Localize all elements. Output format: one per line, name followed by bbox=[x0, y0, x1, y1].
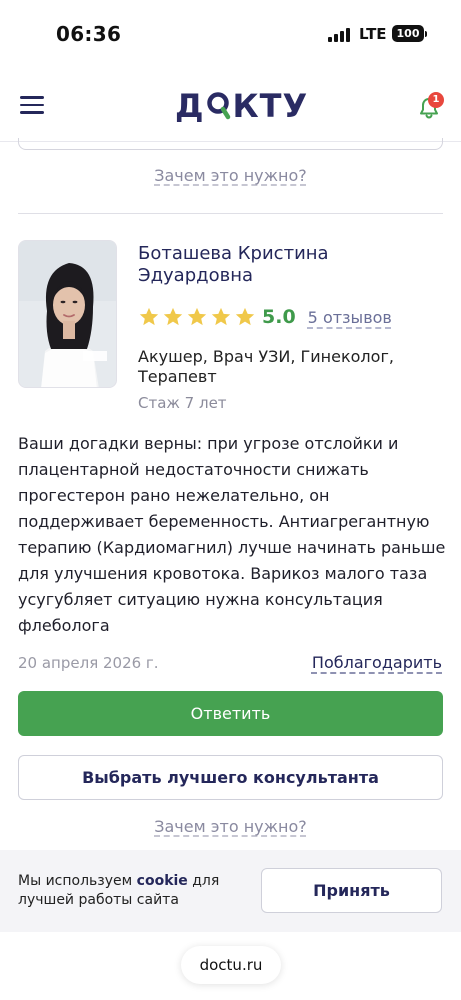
logo-suffix: КТУ bbox=[232, 87, 309, 125]
status-time: 06:36 bbox=[56, 22, 122, 46]
previous-card-edge bbox=[18, 138, 443, 150]
doctor-avatar[interactable] bbox=[18, 240, 117, 388]
choose-best-button[interactable]: Выбрать лучшего консультанта bbox=[18, 755, 443, 800]
logo-magnifier-icon bbox=[206, 86, 232, 126]
logo[interactable]: Д КТУ bbox=[175, 86, 308, 126]
rating-value: 5.0 bbox=[262, 306, 296, 328]
signal-icon bbox=[328, 28, 350, 42]
menu-icon[interactable] bbox=[20, 96, 44, 114]
site-header: Д КТУ 1 bbox=[0, 68, 461, 142]
notification-badge: 1 bbox=[428, 92, 444, 108]
page: 06:36 LTE 100 Д КТУ 1 Зачем это нужно? Б… bbox=[0, 0, 461, 1000]
why-link-top[interactable]: Зачем это нужно? bbox=[0, 166, 461, 185]
answer-text: Ваши догадки верны: при угрозе отслойки … bbox=[18, 434, 446, 635]
cookie-accept-button[interactable]: Принять bbox=[261, 868, 442, 913]
status-bar: 06:36 LTE 100 bbox=[0, 0, 461, 68]
why-link-bottom[interactable]: Зачем это нужно? bbox=[0, 817, 461, 836]
doctor-experience: Стаж 7 лет bbox=[138, 394, 227, 412]
answer-date: 20 апреля 2026 г. bbox=[18, 654, 159, 672]
star-icon bbox=[139, 307, 159, 326]
star-icon bbox=[235, 307, 255, 326]
cookie-link[interactable]: cookie bbox=[137, 873, 188, 889]
battery-icon: 100 bbox=[392, 25, 424, 42]
thank-button[interactable]: Поблагодарить bbox=[312, 653, 442, 672]
rating-row: 5.0 5 отзывов bbox=[138, 304, 392, 330]
network-label: LTE bbox=[359, 25, 387, 43]
cookie-banner: Мы используем cookie для лучшей работы с… bbox=[0, 850, 461, 932]
cookie-text-before: Мы используем bbox=[18, 873, 137, 889]
cookie-text: Мы используем cookie для лучшей работы с… bbox=[18, 872, 228, 910]
star-icon bbox=[211, 307, 231, 326]
doctor-name[interactable]: Боташева Кристина Эдуардовна bbox=[138, 243, 438, 287]
star-icon bbox=[163, 307, 183, 326]
star-icon bbox=[187, 307, 207, 326]
browser-url-bar[interactable]: doctu.ru bbox=[181, 946, 281, 984]
logo-prefix: Д bbox=[175, 87, 205, 125]
battery-cap bbox=[425, 31, 427, 37]
divider bbox=[18, 213, 443, 214]
reply-button[interactable]: Ответить bbox=[18, 691, 443, 736]
reviews-link[interactable]: 5 отзывов bbox=[308, 308, 392, 327]
doctor-specialty: Акушер, Врач УЗИ, Гинеколог, Терапевт bbox=[138, 347, 394, 386]
